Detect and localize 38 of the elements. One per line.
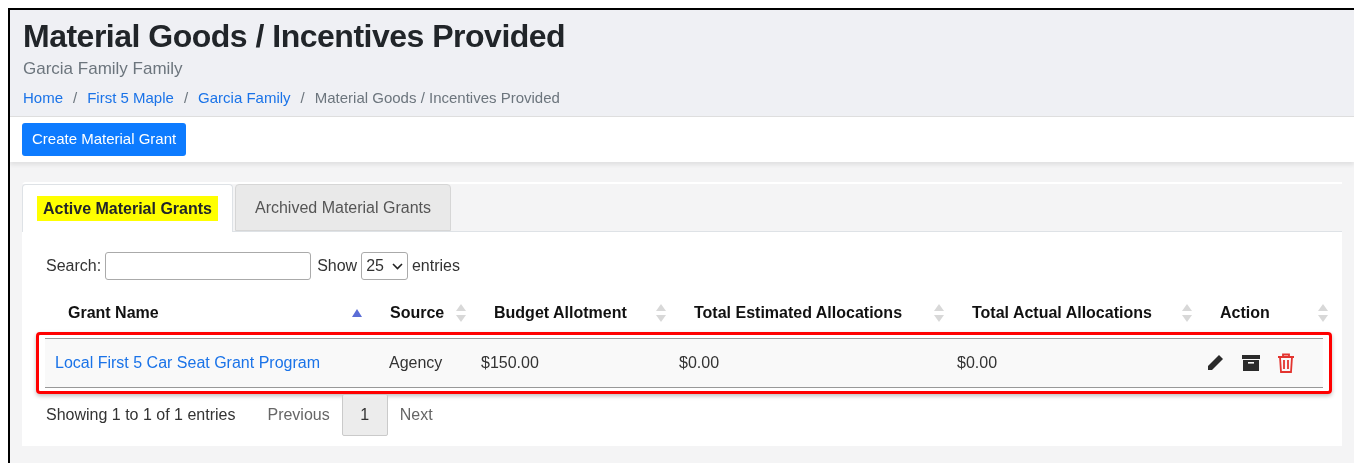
chevron-down-icon xyxy=(391,262,403,270)
create-button[interactable]: Create Material Grant xyxy=(22,123,187,156)
page-button[interactable]: 1 xyxy=(341,394,388,436)
search-field[interactable] xyxy=(105,252,312,280)
tab[interactable]: Active Material Grants xyxy=(22,184,233,232)
page-title: Material Goods / Incentives Provided xyxy=(23,17,567,56)
breadcrumb-separator: / xyxy=(299,88,306,108)
pagination-link[interactable]: Next xyxy=(387,394,445,436)
tab-label: Active Material Grants xyxy=(37,195,218,221)
tab-label: Archived Material Grants xyxy=(254,198,431,216)
page-subtitle: Garcia Family Family xyxy=(23,58,184,80)
show-label: Show xyxy=(317,256,358,276)
table-cell: $150.00 xyxy=(481,354,539,371)
entries-select[interactable]: 25 xyxy=(361,252,408,280)
breadcrumb-current: Material Goods / Incentives Provided xyxy=(314,88,560,108)
grant-link[interactable]: Local First 5 Car Seat Grant Program xyxy=(55,354,320,371)
breadcrumb-link[interactable]: First 5 Maple xyxy=(87,88,174,108)
search-label: Search: xyxy=(46,256,102,276)
column-header[interactable]: Action xyxy=(1220,301,1270,325)
column-header[interactable]: Source xyxy=(390,301,445,325)
pencil-icon[interactable] xyxy=(1205,353,1225,373)
breadcrumb-separator: / xyxy=(72,88,79,108)
trash-icon[interactable] xyxy=(1277,353,1295,373)
table-cell: $0.00 xyxy=(679,354,720,371)
entries-label: entries xyxy=(411,256,460,276)
column-header[interactable]: Grant Name xyxy=(68,301,159,325)
tab[interactable]: Archived Material Grants xyxy=(234,184,451,231)
column-header[interactable]: Total Estimated Allocations xyxy=(694,301,903,325)
breadcrumb-link[interactable]: Garcia Family xyxy=(198,88,291,108)
table-cell: $0.00 xyxy=(957,354,998,371)
archive-icon[interactable] xyxy=(1241,354,1261,372)
pagination-link[interactable]: Previous xyxy=(255,394,342,436)
breadcrumb-link[interactable]: Home xyxy=(23,88,63,108)
column-header[interactable]: Budget Allotment xyxy=(494,301,627,325)
table-info: Showing 1 to 1 of 1 entries xyxy=(46,405,236,425)
column-header[interactable]: Total Actual Allocations xyxy=(972,301,1152,325)
breadcrumb-separator: / xyxy=(182,88,190,108)
table-cell: Agency xyxy=(389,354,443,371)
